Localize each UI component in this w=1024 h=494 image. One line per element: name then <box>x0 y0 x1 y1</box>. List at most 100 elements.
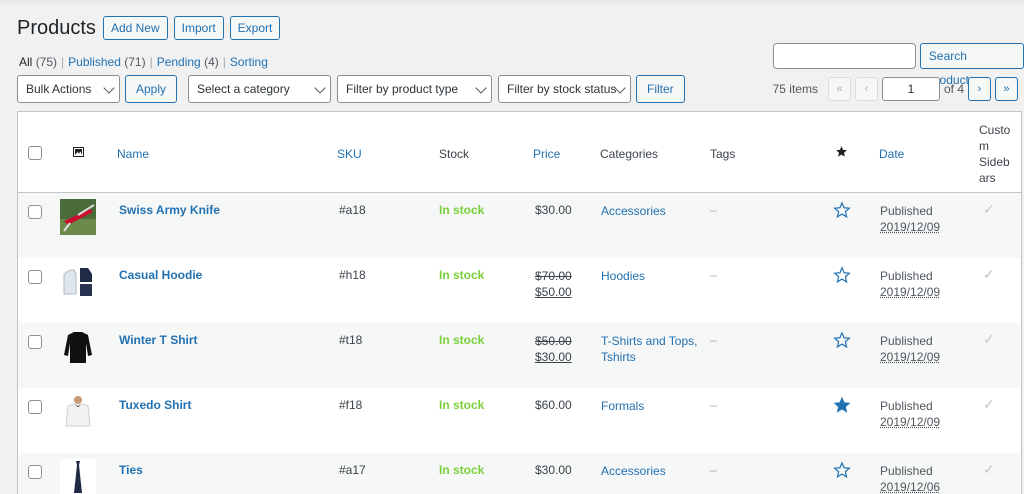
prev-page-button[interactable]: ‹ <box>854 77 878 101</box>
publish-date: Published 2019/12/09 <box>880 204 941 234</box>
products-table: Name SKU Stock Price Categories Tags Dat… <box>17 111 1022 494</box>
product-thumbnail[interactable] <box>60 264 96 300</box>
column-date[interactable]: Date <box>879 147 904 161</box>
import-button[interactable]: Import <box>173 16 224 40</box>
product-thumbnail[interactable] <box>60 329 96 365</box>
chevron-down-icon <box>103 82 115 94</box>
search-products-button[interactable]: Search products <box>919 43 1024 87</box>
sku: #a17 <box>339 463 366 477</box>
table-nav: Bulk Actions Apply Select a category Fil… <box>17 75 1024 105</box>
star-outline-icon[interactable] <box>833 201 851 222</box>
column-categories: Categories <box>600 147 659 161</box>
price: $60.00 <box>535 398 572 412</box>
first-page-button[interactable]: « <box>827 77 851 101</box>
product-name-link[interactable]: Casual Hoodie <box>119 268 202 282</box>
next-page-button[interactable]: › <box>968 77 991 101</box>
product-name-link[interactable]: Ties <box>119 463 143 477</box>
row-checkbox[interactable] <box>28 270 42 284</box>
page-header: Products Add New Import Export <box>17 16 286 40</box>
checkmark-icon: ✓ <box>983 396 995 412</box>
stock-status: In stock <box>439 333 485 347</box>
column-tags: Tags <box>710 147 736 161</box>
column-stock: Stock <box>439 147 470 161</box>
price: $30.00 <box>535 463 572 477</box>
checkmark-icon: ✓ <box>983 461 995 477</box>
search-box: Search products <box>773 43 1024 87</box>
category-link[interactable]: Hoodies <box>601 268 645 284</box>
table-row: Ties #a17 In stock $30.00 Accessories – … <box>18 453 1021 494</box>
checkmark-icon: ✓ <box>983 266 995 282</box>
chevron-down-icon <box>475 82 487 94</box>
product-thumbnail[interactable] <box>60 394 96 430</box>
sku: #f18 <box>339 398 363 412</box>
add-new-button[interactable]: Add New <box>102 16 168 40</box>
filter-sorting[interactable]: Sorting <box>230 55 268 69</box>
sku: #h18 <box>339 268 366 282</box>
star-icon[interactable] <box>835 145 848 161</box>
row-checkbox[interactable] <box>28 400 42 414</box>
star-outline-icon[interactable] <box>833 461 851 482</box>
filter-published[interactable]: Published (71) <box>68 55 145 69</box>
row-checkbox[interactable] <box>28 335 42 349</box>
column-price[interactable]: Price <box>533 147 560 161</box>
product-thumbnail[interactable] <box>60 459 96 494</box>
stock-status-select[interactable]: Filter by stock status <box>498 75 631 103</box>
price: $50.00 $30.00 <box>535 334 572 364</box>
tags: – <box>710 398 717 412</box>
filter-all[interactable]: All (75) <box>19 55 57 69</box>
category-select[interactable]: Select a category <box>188 75 331 103</box>
stock-status: In stock <box>439 268 485 282</box>
export-button[interactable]: Export <box>229 16 281 40</box>
chevron-down-icon <box>314 82 326 94</box>
category-link[interactable]: Formals <box>601 398 644 414</box>
row-checkbox[interactable] <box>28 465 42 479</box>
current-page-input[interactable]: 1 <box>881 77 940 101</box>
filter-pending[interactable]: Pending (4) <box>157 55 219 69</box>
table-row: Tuxedo Shirt #f18 In stock $60.00 Formal… <box>18 388 1021 453</box>
pagination: 75 items « ‹ 1 of 4 › » <box>773 77 1022 101</box>
table-header: Name SKU Stock Price Categories Tags Dat… <box>18 112 1021 193</box>
total-pages: of 4 <box>943 82 964 96</box>
checkmark-icon: ✓ <box>983 331 995 347</box>
price: $70.00 $50.00 <box>535 269 572 299</box>
product-thumbnail[interactable] <box>60 199 96 235</box>
bulk-actions-select[interactable]: Bulk Actions <box>17 75 120 103</box>
column-name[interactable]: Name <box>117 147 149 161</box>
product-name-link[interactable]: Swiss Army Knife <box>119 203 220 217</box>
publish-date: Published 2019/12/09 <box>880 334 941 364</box>
items-count: 75 items <box>772 82 818 96</box>
sku: #t18 <box>339 333 363 347</box>
table-row: Swiss Army Knife #a18 In stock $30.00 Ac… <box>18 193 1021 258</box>
table-row: Winter T Shirt #t18 In stock $50.00 $30.0… <box>18 323 1021 388</box>
star-outline-icon[interactable] <box>833 331 851 352</box>
category-link[interactable]: Accessories <box>601 463 666 479</box>
stock-status: In stock <box>439 203 485 217</box>
last-page-button[interactable]: » <box>995 77 1018 101</box>
search-input[interactable] <box>773 43 916 69</box>
product-name-link[interactable]: Tuxedo Shirt <box>119 398 191 412</box>
row-checkbox[interactable] <box>28 205 42 219</box>
price: $30.00 <box>535 203 572 217</box>
tags: – <box>710 463 717 477</box>
column-sku[interactable]: SKU <box>337 147 362 161</box>
star-filled-icon[interactable] <box>833 396 851 417</box>
filter-button[interactable]: Filter <box>636 75 685 103</box>
star-outline-icon[interactable] <box>833 266 851 287</box>
product-name-link[interactable]: Winter T Shirt <box>119 333 198 347</box>
tags: – <box>710 203 717 217</box>
publish-date: Published 2019/12/09 <box>880 269 941 299</box>
column-custom-sidebars: Custo m Sideb ars <box>979 123 1011 185</box>
publish-date: Published 2019/12/06 <box>880 464 941 494</box>
tags: – <box>710 333 717 347</box>
stock-status: In stock <box>439 398 485 412</box>
image-icon <box>73 146 84 160</box>
product-type-select[interactable]: Filter by product type <box>337 75 492 103</box>
checkmark-icon: ✓ <box>983 201 995 217</box>
page-title: Products <box>17 16 96 39</box>
apply-button[interactable]: Apply <box>125 75 178 103</box>
category-link[interactable]: Accessories <box>601 203 666 219</box>
category-links[interactable]: T-Shirts and Tops, Tshirts <box>601 333 698 365</box>
table-row: Casual Hoodie #h18 In stock $70.00 $50.00… <box>18 258 1021 323</box>
select-all-checkbox[interactable] <box>28 146 42 160</box>
sku: #a18 <box>339 203 366 217</box>
